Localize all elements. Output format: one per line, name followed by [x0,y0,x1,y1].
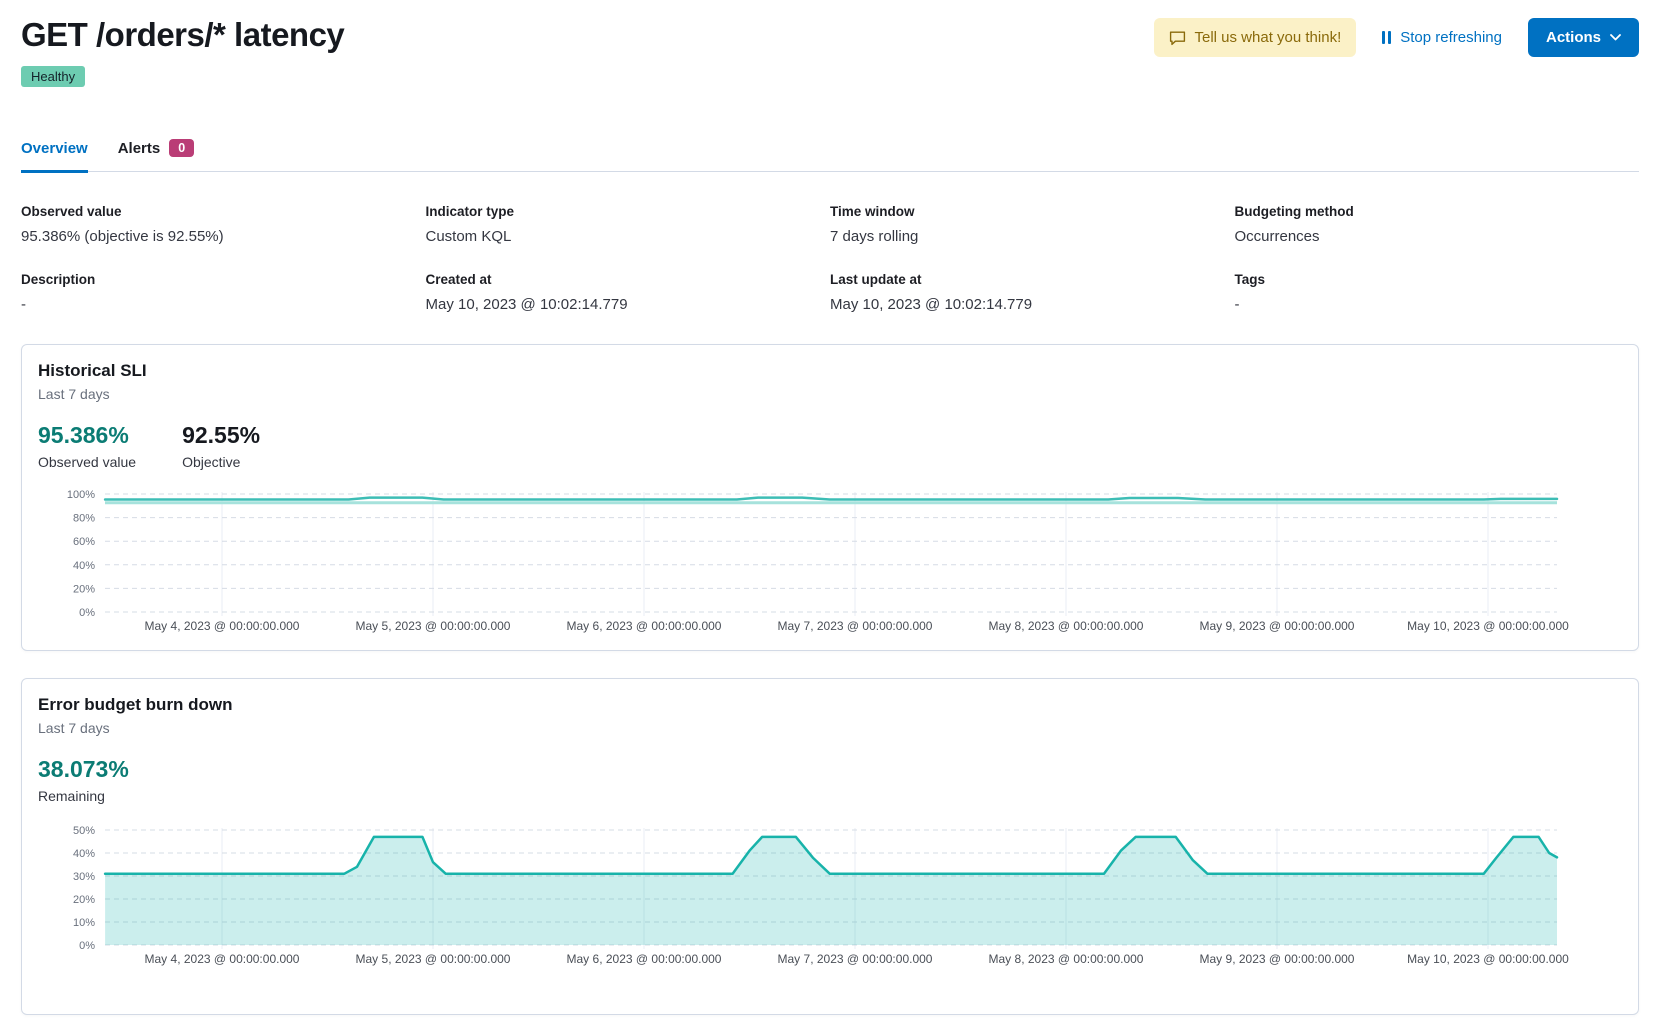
svg-text:May 10, 2023 @ 00:00:00.000: May 10, 2023 @ 00:00:00.000 [1407,619,1569,633]
definition-observed-value: Observed value 95.386% (objective is 92.5… [21,204,426,245]
stop-refreshing-button[interactable]: Stop refreshing [1382,29,1502,46]
definition-indicator-type: Indicator type Custom KQL [426,204,831,245]
tab-label: Alerts [118,140,161,157]
definition-description: Description - [21,272,426,313]
definition-grid: Observed value 95.386% (objective is 92.5… [21,204,1639,313]
panel-subtitle: Last 7 days [38,386,1622,402]
tab-overview[interactable]: Overview [21,139,88,173]
status-badge: Healthy [21,66,85,87]
definition-label: Observed value [21,204,426,219]
svg-text:30%: 30% [73,871,95,883]
definition-value: 95.386% (objective is 92.55%) [21,228,426,245]
definition-value: - [21,296,426,313]
tab-label: Overview [21,140,88,157]
x-axis-labels: May 4, 2023 @ 00:00:00.000 May 5, 2023 @ … [145,952,1570,966]
actions-button[interactable]: Actions [1528,18,1639,57]
panel-subtitle: Last 7 days [38,720,1622,736]
svg-text:May 6, 2023 @ 00:00:00.000: May 6, 2023 @ 00:00:00.000 [567,952,722,966]
svg-text:10%: 10% [73,917,95,929]
feedback-button-label: Tell us what you think! [1195,29,1342,46]
definition-tags: Tags - [1235,272,1640,313]
historical-sli-chart[interactable]: 0% 20% 40% 60% 80% 100% May 4, 2023 @ 00:00:00… [38,486,1622,638]
y-axis-labels: 0% 20% 40% 60% 80% 100% [67,489,95,619]
svg-text:20%: 20% [73,583,95,595]
chart-gridlines [105,492,1557,616]
stop-refreshing-label: Stop refreshing [1400,29,1502,46]
panel-title: Historical SLI [38,361,1622,381]
page-header-left: GET /orders/* latency Healthy [21,14,344,87]
svg-text:May 8, 2023 @ 00:00:00.000: May 8, 2023 @ 00:00:00.000 [989,952,1144,966]
svg-text:May 7, 2023 @ 00:00:00.000: May 7, 2023 @ 00:00:00.000 [778,952,933,966]
y-axis-labels: 0% 10% 20% 30% 40% 50% [73,825,95,952]
svg-text:60%: 60% [73,536,95,548]
tabs: Overview Alerts 0 [21,139,1639,172]
definition-value: May 10, 2023 @ 10:02:14.779 [830,296,1235,313]
definition-time-window: Time window 7 days rolling [830,204,1235,245]
definition-label: Time window [830,204,1235,219]
tab-alerts[interactable]: Alerts 0 [118,139,194,173]
definition-value: Custom KQL [426,228,831,245]
stat-objective: 92.55% Objective [182,422,260,470]
definition-label: Last update at [830,272,1235,287]
svg-text:May 9, 2023 @ 00:00:00.000: May 9, 2023 @ 00:00:00.000 [1200,619,1355,633]
series-line [105,498,1557,500]
svg-text:May 4, 2023 @ 00:00:00.000: May 4, 2023 @ 00:00:00.000 [145,619,300,633]
x-axis-labels: May 4, 2023 @ 00:00:00.000 May 5, 2023 @ … [145,619,1570,633]
definition-label: Created at [426,272,831,287]
sli-stats: 95.386% Observed value 92.55% Objective [38,422,1622,470]
definition-value: 7 days rolling [830,228,1235,245]
definition-label: Indicator type [426,204,831,219]
definition-budgeting-method: Budgeting method Occurrences [1235,204,1640,245]
slo-detail-page: GET /orders/* latency Healthy Tell us wh… [0,0,1660,1023]
svg-text:0%: 0% [79,607,95,619]
definition-value: - [1235,296,1640,313]
stat-label: Objective [182,454,260,470]
feedback-button[interactable]: Tell us what you think! [1154,18,1357,57]
svg-text:May 10, 2023 @ 00:00:00.000: May 10, 2023 @ 00:00:00.000 [1407,952,1569,966]
stat-label: Remaining [38,788,129,804]
error-budget-chart[interactable]: 0% 10% 20% 30% 40% 50% May 4, 2023 @ 00:00:00.… [38,820,1622,1002]
chevron-down-icon [1610,34,1621,41]
svg-text:May 8, 2023 @ 00:00:00.000: May 8, 2023 @ 00:00:00.000 [989,619,1144,633]
svg-text:100%: 100% [67,489,95,501]
svg-text:20%: 20% [73,894,95,906]
series-line [105,837,1557,874]
svg-text:May 7, 2023 @ 00:00:00.000: May 7, 2023 @ 00:00:00.000 [778,619,933,633]
page-header-actions: Tell us what you think! Stop refreshing … [1154,14,1640,57]
svg-text:May 5, 2023 @ 00:00:00.000: May 5, 2023 @ 00:00:00.000 [356,619,511,633]
stat-value: 92.55% [182,422,260,449]
panel-title: Error budget burn down [38,695,1622,715]
historical-sli-panel: Historical SLI Last 7 days 95.386% Observ… [21,344,1639,651]
stat-observed-value: 95.386% Observed value [38,422,136,470]
svg-text:May 6, 2023 @ 00:00:00.000: May 6, 2023 @ 00:00:00.000 [567,619,722,633]
stat-remaining: 38.073% Remaining [38,756,129,804]
stat-label: Observed value [38,454,136,470]
error-budget-panel: Error budget burn down Last 7 days 38.07… [21,678,1639,1015]
svg-text:50%: 50% [73,825,95,837]
stat-value: 38.073% [38,756,129,783]
svg-text:May 9, 2023 @ 00:00:00.000: May 9, 2023 @ 00:00:00.000 [1200,952,1355,966]
page-title: GET /orders/* latency [21,16,344,54]
definition-value: May 10, 2023 @ 10:02:14.779 [426,296,831,313]
actions-button-label: Actions [1546,29,1601,46]
svg-text:May 4, 2023 @ 00:00:00.000: May 4, 2023 @ 00:00:00.000 [145,952,300,966]
definition-created-at: Created at May 10, 2023 @ 10:02:14.779 [426,272,831,313]
svg-text:40%: 40% [73,560,95,572]
page-header: GET /orders/* latency Healthy Tell us wh… [21,14,1639,87]
definition-value: Occurrences [1235,228,1640,245]
definition-label: Description [21,272,426,287]
error-budget-stats: 38.073% Remaining [38,756,1622,804]
svg-text:May 5, 2023 @ 00:00:00.000: May 5, 2023 @ 00:00:00.000 [356,952,511,966]
svg-text:0%: 0% [79,940,95,952]
stat-value: 95.386% [38,422,136,449]
definition-label: Tags [1235,272,1640,287]
svg-text:40%: 40% [73,848,95,860]
definition-last-update-at: Last update at May 10, 2023 @ 10:02:14.77… [830,272,1235,313]
pause-icon [1382,31,1391,44]
definition-label: Budgeting method [1235,204,1640,219]
svg-text:80%: 80% [73,513,95,525]
speech-bubble-icon [1169,30,1186,46]
alerts-count-badge: 0 [169,139,194,157]
